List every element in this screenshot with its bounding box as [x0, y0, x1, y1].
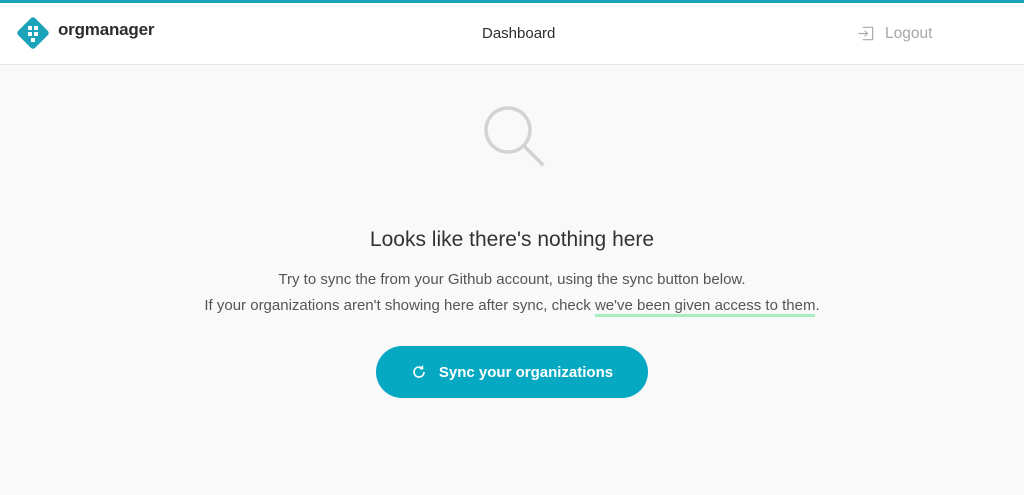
empty-state-title: Looks like there's nothing here [369, 228, 655, 251]
empty-state-line2: If your organizations aren't showing her… [0, 297, 1024, 317]
nav-dashboard-link[interactable]: Dashboard [482, 25, 555, 42]
logout-icon [858, 26, 874, 41]
brand-logo[interactable]: orgmanager [16, 16, 154, 50]
orgmanager-logo-icon [17, 17, 49, 49]
empty-state-line1: Try to sync the from your Github account… [278, 271, 746, 288]
empty-state-line2-prefix: If your organizations aren't showing her… [204, 297, 595, 314]
access-info-link[interactable]: we've been given access to them [594, 297, 816, 317]
brand-name: orgmanager [58, 20, 155, 39]
logout-label: Logout [885, 24, 933, 42]
empty-state-line2-suffix: . [815, 297, 820, 314]
refresh-icon [413, 365, 425, 378]
top-navbar: orgmanager Dashboard Logout [0, 0, 1024, 65]
logout-link[interactable]: Logout [857, 24, 932, 43]
search-icon [484, 106, 545, 167]
sync-organizations-button[interactable]: Sync your organizations [376, 346, 648, 398]
sync-button-label: Sync your organizations [438, 363, 614, 381]
